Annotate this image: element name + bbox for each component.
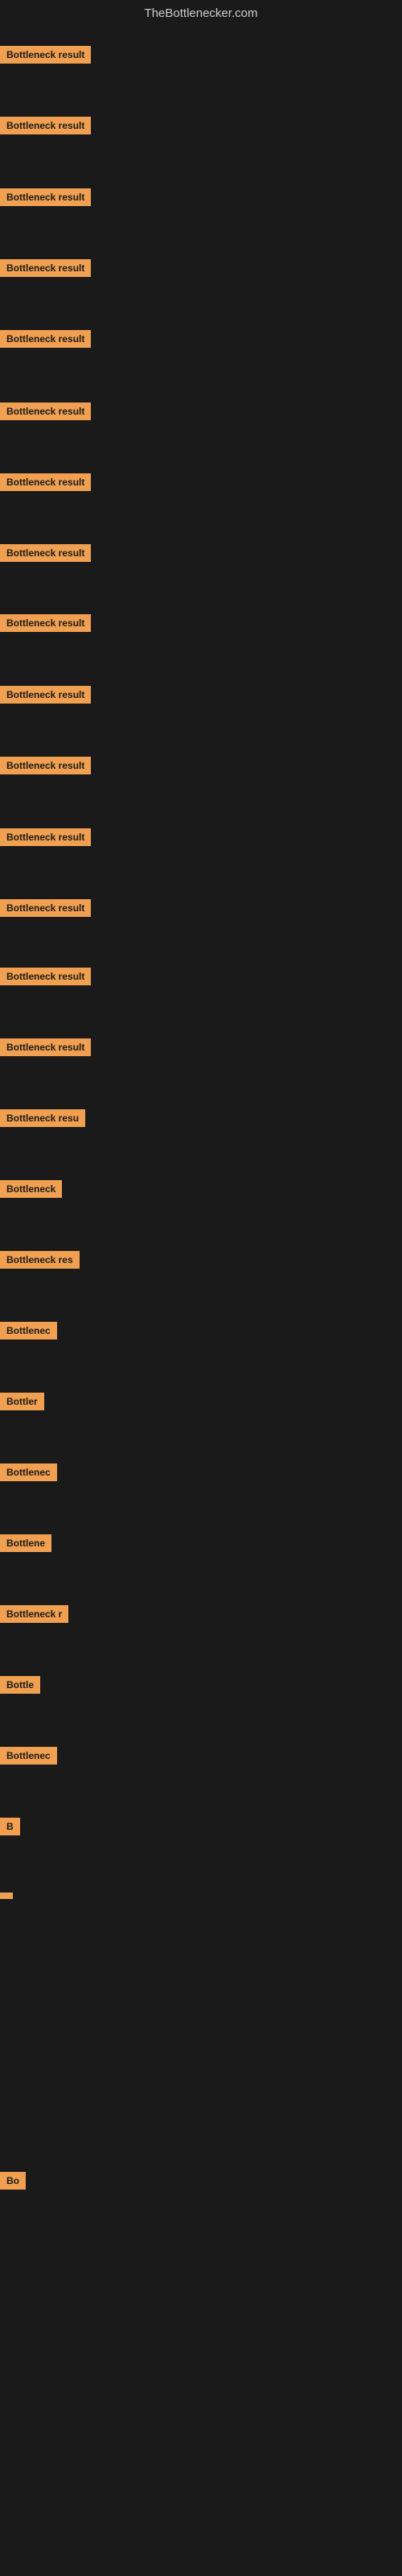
bottleneck-result-badge[interactable]: Bottleneck result (0, 968, 91, 985)
list-item: Bottleneck result (0, 968, 91, 989)
bottleneck-result-badge[interactable]: Bottlenec (0, 1322, 57, 1340)
bottleneck-result-badge[interactable]: Bo (0, 2172, 26, 2190)
bottleneck-result-badge[interactable]: Bottleneck result (0, 757, 91, 774)
bottleneck-result-badge[interactable]: B (0, 1818, 20, 1835)
list-item: Bottleneck result (0, 402, 91, 424)
bottleneck-result-badge[interactable]: Bottlenec (0, 1747, 57, 1765)
bottleneck-result-badge[interactable]: Bottleneck (0, 1180, 62, 1198)
bottleneck-result-badge[interactable]: Bottleneck result (0, 828, 91, 846)
bottleneck-result-badge[interactable]: Bottleneck result (0, 544, 91, 562)
bottleneck-result-badge[interactable]: Bottleneck result (0, 899, 91, 917)
list-item: Bottlenec (0, 1322, 57, 1344)
bottleneck-result-badge[interactable]: Bottleneck result (0, 686, 91, 704)
bottleneck-result-badge[interactable]: Bottlene (0, 1534, 51, 1552)
list-item: Bottleneck result (0, 614, 91, 636)
list-item: Bottleneck result (0, 686, 91, 708)
bottleneck-result-badge[interactable]: Bottleneck result (0, 117, 91, 134)
bottleneck-result-badge[interactable]: Bottleneck result (0, 1038, 91, 1056)
list-item: Bottleneck (0, 1180, 62, 1202)
list-item: Bottleneck result (0, 259, 91, 281)
list-item: Bo (0, 2172, 26, 2194)
bottleneck-result-badge[interactable] (0, 1893, 13, 1899)
list-item: B (0, 1818, 20, 1839)
bottleneck-result-badge[interactable]: Bottleneck result (0, 188, 91, 206)
bottleneck-result-badge[interactable]: Bottlenec (0, 1463, 57, 1481)
list-item: Bottleneck res (0, 1251, 80, 1273)
list-item: Bottlenec (0, 1463, 57, 1485)
list-item (0, 1889, 13, 1903)
bottleneck-result-badge[interactable]: Bottle (0, 1676, 40, 1694)
bottleneck-result-badge[interactable]: Bottleneck r (0, 1605, 68, 1623)
list-item: Bottler (0, 1393, 44, 1414)
list-item: Bottleneck result (0, 473, 91, 495)
list-item: Bottleneck result (0, 757, 91, 778)
bottleneck-result-badge[interactable]: Bottleneck resu (0, 1109, 85, 1127)
site-title: TheBottlenecker.com (0, 0, 402, 28)
bottleneck-result-badge[interactable]: Bottleneck result (0, 330, 91, 348)
list-item: Bottleneck result (0, 544, 91, 566)
list-item: Bottle (0, 1676, 40, 1698)
list-item: Bottleneck result (0, 330, 91, 352)
list-item: Bottlene (0, 1534, 51, 1556)
list-item: Bottleneck result (0, 188, 91, 210)
list-item: Bottleneck result (0, 1038, 91, 1060)
bottleneck-result-badge[interactable]: Bottleneck result (0, 473, 91, 491)
list-item: Bottleneck result (0, 117, 91, 138)
list-item: Bottleneck resu (0, 1109, 85, 1131)
list-item: Bottlenec (0, 1747, 57, 1769)
bottleneck-result-badge[interactable]: Bottleneck result (0, 46, 91, 64)
bottleneck-result-badge[interactable]: Bottler (0, 1393, 44, 1410)
bottleneck-result-badge[interactable]: Bottleneck result (0, 259, 91, 277)
list-item: Bottleneck result (0, 828, 91, 850)
bottleneck-result-badge[interactable]: Bottleneck res (0, 1251, 80, 1269)
bottleneck-result-badge[interactable]: Bottleneck result (0, 402, 91, 420)
list-item: Bottleneck result (0, 899, 91, 921)
list-item: Bottleneck result (0, 46, 91, 68)
bottleneck-result-badge[interactable]: Bottleneck result (0, 614, 91, 632)
list-item: Bottleneck r (0, 1605, 68, 1627)
